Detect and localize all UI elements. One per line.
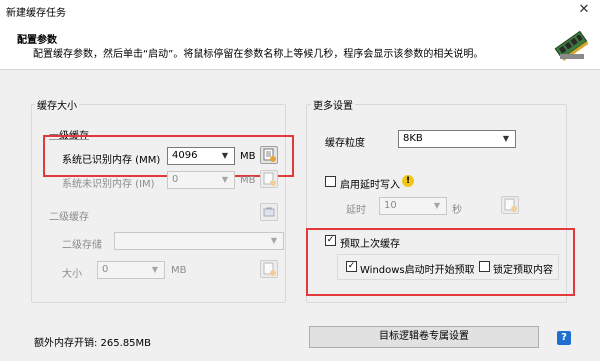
- delay-value: 10: [384, 200, 397, 211]
- more-settings-group-title: 更多设置: [311, 97, 355, 112]
- unrecognized-memory-label: 系统未识别内存 (IM): [62, 179, 155, 190]
- recognized-memory-value: 4096: [172, 150, 198, 161]
- window-title: 新建缓存任务: [6, 8, 66, 19]
- delay-unit: 秒: [452, 205, 462, 216]
- granularity-value: 8KB: [403, 133, 423, 144]
- chevron-down-icon[interactable]: ▼: [430, 198, 444, 214]
- granularity-select[interactable]: 8KB ▼: [398, 130, 516, 148]
- close-icon[interactable]: ✕: [576, 2, 592, 18]
- prefetch-checkbox[interactable]: ✓: [325, 235, 336, 246]
- unrecognized-memory-settings-button[interactable]: [260, 170, 278, 188]
- level2-storage-select[interactable]: ▼: [114, 232, 284, 250]
- delay-settings-button[interactable]: [501, 196, 519, 214]
- disk-icon: [263, 207, 275, 217]
- unrecognized-memory-input[interactable]: 0 ▼: [167, 171, 235, 189]
- lock-prefetch-label[interactable]: 锁定预取内容: [493, 261, 553, 276]
- help-icon[interactable]: ?: [557, 331, 571, 345]
- settings-icon: [263, 172, 276, 186]
- cache-size-group-title: 缓存大小: [35, 97, 79, 112]
- settings-icon: [263, 148, 276, 162]
- defer-write-label[interactable]: 启用延时写入: [340, 176, 400, 191]
- granularity-label: 缓存粒度: [325, 138, 365, 149]
- delay-label: 延时: [346, 205, 366, 216]
- windows-prefetch-checkbox[interactable]: ✓: [346, 261, 357, 272]
- header-title: 配置参数: [17, 35, 57, 46]
- level2-add-button[interactable]: [260, 203, 278, 221]
- level2-size-value: 0: [102, 264, 109, 275]
- header-description: 配置缓存参数，然后单击“启动”。将鼠标停留在参数名称上等候几秒，程序会显示该参数…: [33, 49, 484, 60]
- unrecognized-memory-unit: MB: [240, 175, 256, 186]
- defer-write-checkbox[interactable]: [325, 176, 336, 187]
- target-volume-settings-button[interactable]: 目标逻辑卷专属设置: [309, 326, 539, 348]
- chevron-down-icon[interactable]: ▼: [148, 262, 162, 278]
- title-bar: [0, 0, 600, 21]
- recognized-memory-label: 系统已识别内存 (MM): [62, 155, 161, 166]
- level2-title: 二级缓存: [49, 212, 89, 223]
- extra-memory-info: 额外内存开销: 265.85MB: [34, 338, 152, 349]
- recognized-memory-input[interactable]: 4096 ▼: [167, 147, 235, 165]
- delay-input[interactable]: 10 ▼: [379, 197, 447, 215]
- chevron-down-icon[interactable]: ▼: [218, 148, 232, 164]
- recognized-memory-settings-button[interactable]: [260, 146, 278, 164]
- chevron-down-icon[interactable]: ▼: [218, 172, 232, 188]
- level2-size-label: 大小: [62, 269, 82, 280]
- level2-size-settings-button[interactable]: [260, 260, 278, 278]
- chevron-down-icon[interactable]: ▼: [499, 131, 513, 147]
- lock-prefetch-checkbox[interactable]: [479, 261, 490, 272]
- chevron-down-icon[interactable]: ▼: [267, 233, 281, 249]
- memory-chip-icon: [552, 28, 590, 62]
- level2-size-unit: MB: [171, 265, 187, 276]
- settings-icon: [504, 198, 517, 212]
- warning-icon: !: [402, 175, 414, 187]
- recognized-memory-unit: MB: [240, 151, 256, 162]
- level2-size-input[interactable]: 0 ▼: [97, 261, 165, 279]
- level2-storage-label: 二级存储: [62, 240, 102, 251]
- unrecognized-memory-value: 0: [172, 174, 179, 185]
- prefetch-label[interactable]: 预取上次缓存: [340, 235, 400, 250]
- settings-icon: [263, 262, 276, 276]
- windows-prefetch-label[interactable]: Windows启动时开始预取: [360, 261, 475, 276]
